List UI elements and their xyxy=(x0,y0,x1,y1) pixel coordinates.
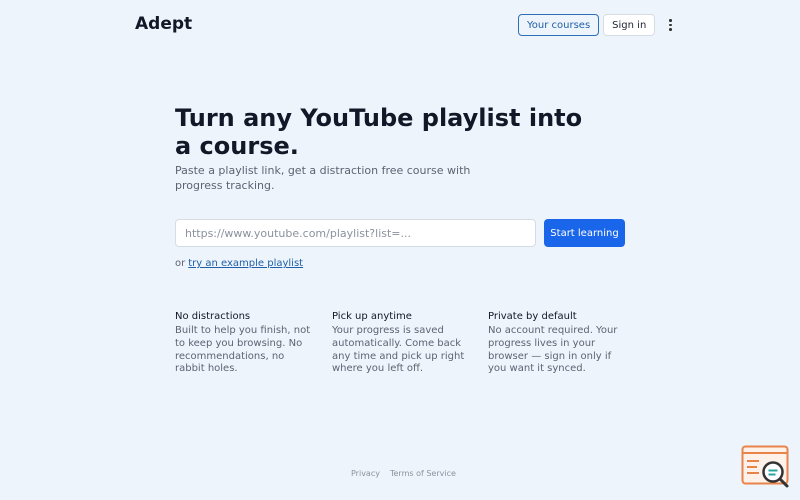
sign-in-button[interactable]: Sign in xyxy=(603,14,656,36)
vertical-ellipsis-icon[interactable] xyxy=(663,14,677,36)
feature-title: Pick up anytime xyxy=(332,311,412,322)
hero-headline: Turn any YouTube playlist into a course. xyxy=(175,104,583,160)
or-text: or xyxy=(175,258,186,269)
feature-no-distractions: No distractions Built to help you finish… xyxy=(175,310,315,376)
logo[interactable]: Adept xyxy=(135,14,192,34)
feature-title: Private by default xyxy=(488,311,577,322)
header-nav: Your courses Sign in xyxy=(518,14,677,36)
page: Adept Your courses Sign in Turn any YouT… xyxy=(0,0,800,500)
terms-link[interactable]: Terms of Service xyxy=(390,469,456,478)
your-courses-button[interactable]: Your courses xyxy=(518,14,600,36)
example-line: or try an example playlist xyxy=(175,258,303,269)
example-playlist-link[interactable]: try an example playlist xyxy=(188,258,303,269)
feedback-search-icon[interactable] xyxy=(741,445,791,490)
feature-title: No distractions xyxy=(175,311,251,322)
feature-text: No account required. Your progress lives… xyxy=(488,325,618,375)
playlist-url-input[interactable] xyxy=(175,219,536,247)
start-learning-button[interactable]: Start learning xyxy=(544,219,625,247)
feature-text: Your progress is saved automatically. Co… xyxy=(332,325,465,375)
footer: Privacy Terms of Service xyxy=(351,469,456,478)
hero-subtitle: Paste a playlist link, get a distraction… xyxy=(175,164,471,192)
feature-pick-up-anytime: Pick up anytime Your progress is saved a… xyxy=(332,310,472,376)
feature-text: Built to help you finish, not to keep yo… xyxy=(175,325,311,375)
privacy-link[interactable]: Privacy xyxy=(351,469,380,478)
feature-private-by-default: Private by default No account required. … xyxy=(488,310,628,376)
